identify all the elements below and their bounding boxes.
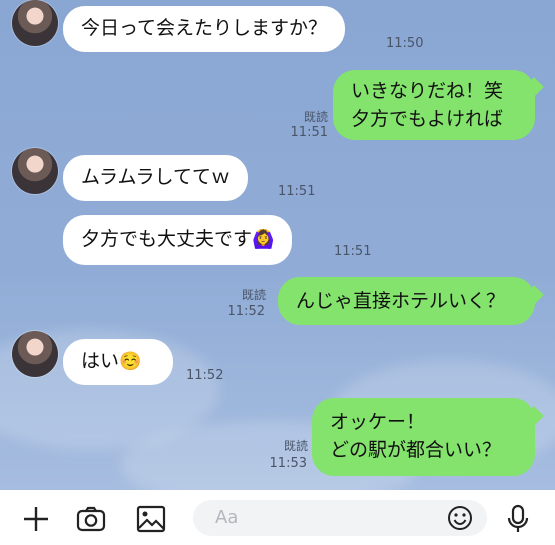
message-bubble-outgoing[interactable]: いきなりだね！笑 夕方でもよければ bbox=[333, 70, 535, 140]
message-text: 夕方でも大丈夫です bbox=[81, 228, 253, 250]
camera-icon[interactable] bbox=[76, 504, 106, 534]
read-receipt: 既読 bbox=[283, 439, 308, 453]
message-time: 11:53 bbox=[269, 456, 307, 471]
message-time: 11:50 bbox=[386, 36, 424, 51]
message-time: 11:51 bbox=[334, 244, 372, 259]
message-text-line: どの駅が都合いい？ bbox=[330, 439, 502, 461]
avatar[interactable] bbox=[12, 148, 58, 194]
message-text: はい bbox=[81, 350, 120, 372]
read-receipt: 既読 bbox=[303, 110, 328, 124]
image-icon[interactable] bbox=[136, 504, 166, 534]
smiling-face-emoji: ☺️ bbox=[119, 351, 142, 372]
message-time: 11:51 bbox=[278, 184, 316, 199]
message-time: 11:52 bbox=[227, 304, 265, 319]
message-bubble-outgoing[interactable]: んじゃ直接ホテルいく？ bbox=[278, 277, 535, 325]
chat-area[interactable]: 今日って会えたりしますか？ 11:50 いきなりだね！笑 夕方でもよければ 既読… bbox=[0, 0, 555, 490]
message-bubble-incoming[interactable]: はい☺️ bbox=[63, 339, 173, 385]
message-time: 11:52 bbox=[186, 368, 224, 383]
woman-gesturing-ok-emoji: 🙆‍♀️ bbox=[252, 229, 275, 250]
microphone-icon[interactable] bbox=[503, 504, 533, 534]
avatar[interactable] bbox=[12, 331, 58, 377]
message-text: ムラムラしててｗ bbox=[81, 166, 230, 188]
message-bubble-incoming[interactable]: 今日って会えたりしますか？ bbox=[63, 6, 346, 52]
message-text: 今日って会えたりしますか？ bbox=[81, 17, 328, 39]
smiley-icon[interactable] bbox=[447, 505, 473, 531]
message-bubble-outgoing[interactable]: オッケー！ どの駅が都合いい？ bbox=[312, 398, 535, 476]
message-text-line: いきなりだね！笑 bbox=[351, 80, 504, 102]
message-input-bar: Aa bbox=[0, 490, 555, 545]
plus-icon[interactable] bbox=[21, 504, 51, 534]
message-bubble-incoming[interactable]: 夕方でも大丈夫です🙆‍♀️ bbox=[63, 215, 293, 265]
message-time: 11:51 bbox=[290, 125, 328, 140]
message-input-placeholder: Aa bbox=[215, 507, 239, 528]
message-text-line: オッケー！ bbox=[330, 411, 426, 433]
message-input[interactable]: Aa bbox=[193, 500, 487, 536]
message-text-line: 夕方でもよければ bbox=[351, 108, 504, 130]
read-receipt: 既読 bbox=[241, 288, 266, 302]
message-bubble-incoming[interactable]: ムラムラしててｗ bbox=[63, 155, 248, 201]
message-text: んじゃ直接ホテルいく？ bbox=[296, 290, 506, 312]
avatar[interactable] bbox=[12, 0, 58, 46]
